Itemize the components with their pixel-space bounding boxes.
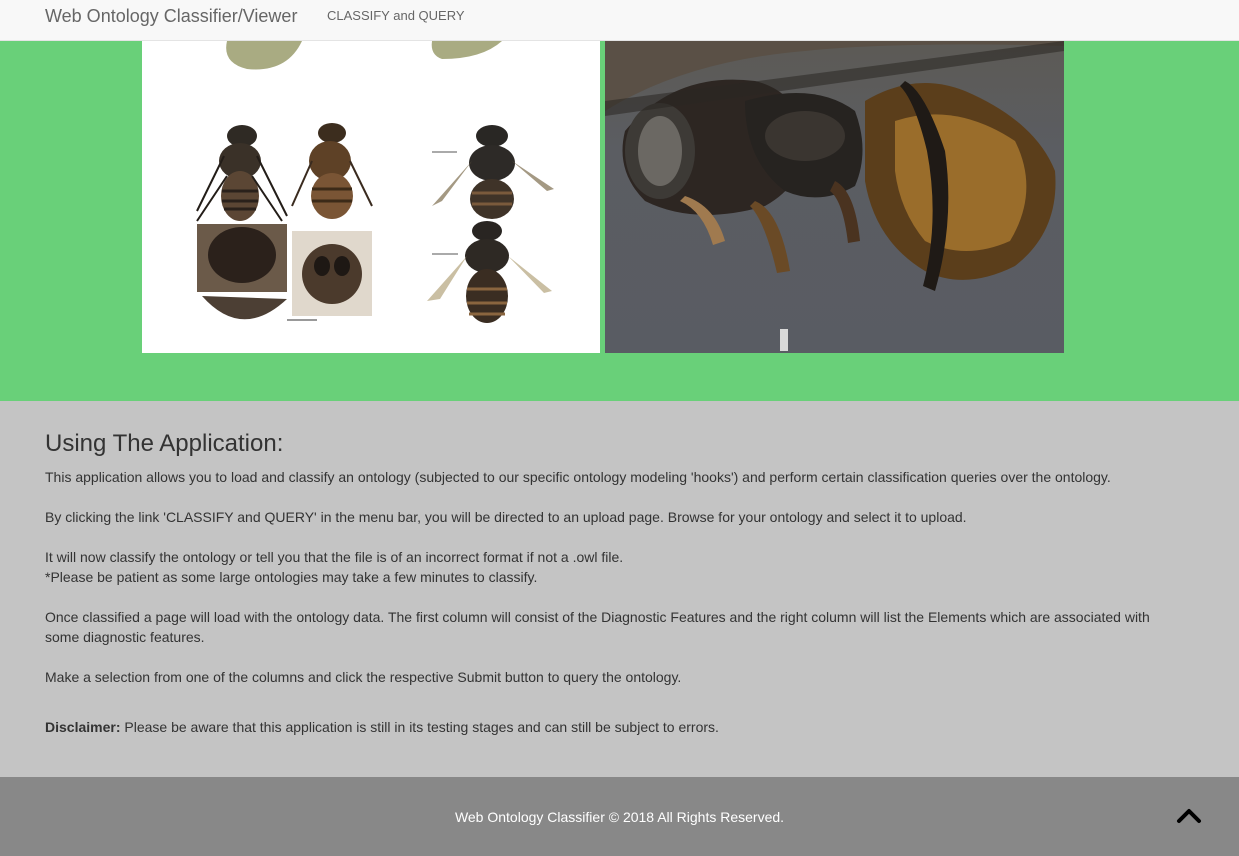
footer: Web Ontology Classifier © 2018 All Right…: [0, 777, 1239, 856]
footer-copyright: Web Ontology Classifier © 2018 All Right…: [454, 809, 785, 825]
disclaimer-label: Disclaimer:: [45, 719, 121, 735]
about-paragraph: Make a selection from one of the columns…: [45, 669, 682, 685]
bee-specimen-plate-image: [142, 41, 600, 353]
about-paragraph: Once classified a page will load with th…: [45, 609, 1150, 645]
nav-link-classify-query[interactable]: CLASSIFY and QUERY: [327, 8, 465, 24]
about-paragraph: By clicking the link 'CLASSIFY and QUERY…: [45, 509, 967, 525]
about-paragraph: *Please be patient as some large ontolog…: [45, 569, 538, 585]
about-title: Using The Application:: [45, 430, 284, 457]
navbar: Web Ontology Classifier/Viewer CLASSIFY …: [0, 0, 1239, 41]
about-paragraph: This application allows you to load and …: [45, 469, 1111, 485]
disclaimer-text: Please be aware that this application is…: [120, 719, 719, 735]
navbar-brand[interactable]: Web Ontology Classifier/Viewer: [45, 5, 297, 27]
hero-banner: [0, 41, 1239, 401]
disclaimer: Disclaimer: Please be aware that this ap…: [45, 717, 1195, 737]
chevron-up-icon[interactable]: [1174, 805, 1204, 825]
about-section: Using The Application: This application …: [0, 401, 1239, 777]
bee-closeup-photo-image: [605, 41, 1064, 353]
about-paragraph: It will now classify the ontology or tel…: [45, 549, 624, 565]
